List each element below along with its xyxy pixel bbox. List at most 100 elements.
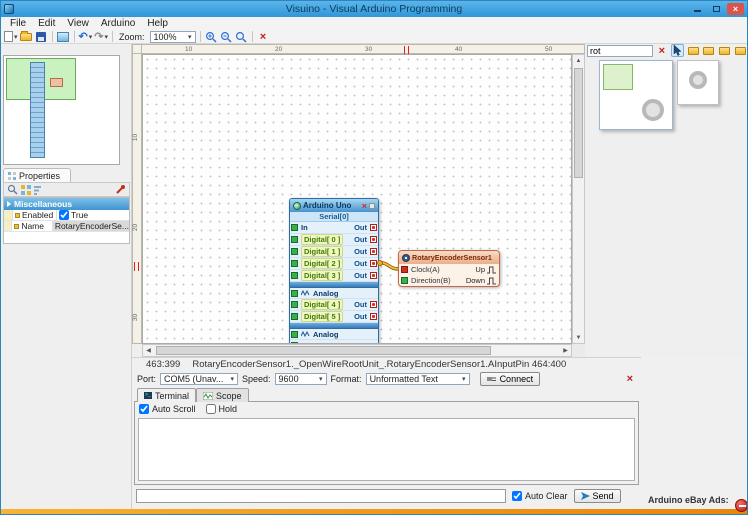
format-select[interactable]: Unformatted Text ▾ <box>366 373 470 385</box>
search-result-card-selected[interactable] <box>599 60 673 130</box>
scroll-up-icon[interactable]: ▲ <box>573 55 584 66</box>
save-button[interactable] <box>35 30 48 43</box>
direction-input-pin[interactable] <box>401 277 408 284</box>
folder-minus-icon <box>719 47 730 55</box>
favorites-button[interactable] <box>733 44 747 57</box>
maximize-button[interactable] <box>708 3 725 15</box>
component-pin-icon[interactable] <box>369 203 375 209</box>
dropdown-icon[interactable]: ▾ <box>89 33 93 41</box>
expand-all-button[interactable] <box>702 44 716 57</box>
digital-input-pin[interactable] <box>291 260 298 267</box>
rotary-encoder-component[interactable]: RotaryEncoderSensor1 Clock(A) Up Directi… <box>398 250 500 287</box>
property-row-enabled[interactable]: Enabled True <box>4 210 129 221</box>
terminal-output-area[interactable] <box>138 418 635 481</box>
minimize-button[interactable] <box>689 3 706 15</box>
menu-file[interactable]: File <box>4 18 32 29</box>
scroll-left-icon[interactable]: ◀ <box>143 345 154 356</box>
category-view-button[interactable] <box>686 44 700 57</box>
hold-option[interactable]: Hold <box>206 404 238 414</box>
search-result-card[interactable] <box>677 60 719 105</box>
component-delete-icon[interactable]: × <box>362 201 367 211</box>
analog-wave-icon <box>301 331 310 338</box>
open-button[interactable] <box>20 30 33 43</box>
pin-out-label: Out <box>354 259 367 268</box>
zoom-select[interactable]: 100% ▾ <box>150 31 196 43</box>
properties-grid-icon <box>8 172 16 180</box>
port-select[interactable]: COM5 (Unav... ▾ <box>160 373 238 385</box>
close-button[interactable]: × <box>727 3 744 15</box>
serial-output-pin[interactable] <box>370 224 377 231</box>
scroll-right-icon[interactable]: ▶ <box>560 345 571 356</box>
collapse-all-button[interactable] <box>718 44 732 57</box>
digital-output-pin[interactable] <box>370 313 377 320</box>
delete-button[interactable]: × <box>257 30 270 43</box>
horizontal-scrollbar[interactable]: ◀ ▶ <box>142 344 572 357</box>
tab-scope[interactable]: Scope <box>196 388 249 402</box>
vertical-scrollbar[interactable]: ▲ ▼ <box>572 54 585 344</box>
ads-blocker-icon[interactable] <box>735 499 748 512</box>
digital-output-pin[interactable] <box>370 301 377 308</box>
enabled-checkbox[interactable] <box>59 210 69 220</box>
board-image-icon <box>57 32 69 42</box>
auto-clear-checkbox[interactable] <box>512 491 522 501</box>
digital-input-pin[interactable] <box>291 313 298 320</box>
property-value[interactable]: RotaryEncoderSe... <box>55 221 129 231</box>
undo-button[interactable]: ↶▾ <box>79 30 93 43</box>
digital-input-pin[interactable] <box>291 272 298 279</box>
scroll-down-icon[interactable]: ▼ <box>573 332 584 343</box>
pin-settings-icon[interactable] <box>115 184 126 195</box>
search-properties-icon[interactable] <box>7 184 18 195</box>
connect-button[interactable]: Connect <box>480 372 541 386</box>
pointer-tool-button[interactable] <box>671 44 685 57</box>
zoom-in-button[interactable] <box>205 30 218 43</box>
digital-output-pin[interactable] <box>370 248 377 255</box>
component-search-input[interactable] <box>587 45 653 57</box>
zoom-out-button[interactable] <box>220 30 233 43</box>
design-canvas[interactable]: Arduino Uno × Serial[0] In Out Digital[ … <box>142 54 572 344</box>
horizontal-scroll-thumb[interactable] <box>156 346 491 355</box>
redo-button[interactable]: ↷▾ <box>94 30 108 43</box>
property-category-row[interactable]: Miscellaneous <box>4 198 129 210</box>
sort-alphabetical-icon[interactable] <box>34 185 44 195</box>
close-terminal-icon[interactable]: × <box>627 373 633 385</box>
arduino-header[interactable]: Arduino Uno × <box>290 199 378 212</box>
auto-scroll-option[interactable]: Auto Scroll <box>139 404 196 414</box>
dropdown-icon[interactable]: ▾ <box>14 33 18 41</box>
auto-scroll-checkbox[interactable] <box>139 404 149 414</box>
serial-input-pin[interactable] <box>291 224 298 231</box>
digital-input-pin[interactable] <box>291 248 298 255</box>
clock-input-pin[interactable] <box>401 266 408 273</box>
digital-input-pin[interactable] <box>291 236 298 243</box>
tab-properties[interactable]: Properties <box>3 168 71 182</box>
digital-output-pin[interactable] <box>370 236 377 243</box>
menu-edit[interactable]: Edit <box>32 18 61 29</box>
digital-output-pin[interactable] <box>370 260 377 267</box>
arduino-uno-component[interactable]: Arduino Uno × Serial[0] In Out Digital[ … <box>289 198 379 344</box>
digital-input-pin[interactable] <box>291 301 298 308</box>
sort-categorized-icon[interactable] <box>21 185 31 195</box>
menu-arduino[interactable]: Arduino <box>95 18 141 29</box>
clear-search-button[interactable]: × <box>655 44 669 57</box>
ads-label: Arduino eBay Ads: <box>648 495 729 505</box>
dropdown-icon[interactable]: ▾ <box>104 33 108 41</box>
analog-input-pin[interactable] <box>291 331 298 338</box>
sensor-logo-icon <box>402 254 410 262</box>
send-message-input[interactable] <box>136 489 506 503</box>
menu-help[interactable]: Help <box>141 18 174 29</box>
zoom-fit-button[interactable] <box>235 30 248 43</box>
auto-clear-option[interactable]: Auto Clear <box>512 491 568 501</box>
vertical-scroll-thumb[interactable] <box>574 68 583 178</box>
property-row-name[interactable]: Name RotaryEncoderSe... <box>4 221 129 232</box>
diagram-navigator[interactable] <box>3 55 120 165</box>
new-project-button[interactable]: ▾ <box>4 30 18 43</box>
category-expand-icon[interactable] <box>7 201 11 207</box>
menu-view[interactable]: View <box>61 18 95 29</box>
sensor-header[interactable]: RotaryEncoderSensor1 <box>399 251 499 264</box>
hold-checkbox[interactable] <box>206 404 216 414</box>
board-view-button[interactable] <box>57 30 70 43</box>
tab-terminal[interactable]: >_ Terminal <box>137 388 196 402</box>
analog-input-pin[interactable] <box>291 290 298 297</box>
speed-select[interactable]: 9600 ▾ <box>275 373 327 385</box>
send-button[interactable]: Send <box>574 489 621 503</box>
digital-output-pin[interactable] <box>370 272 377 279</box>
